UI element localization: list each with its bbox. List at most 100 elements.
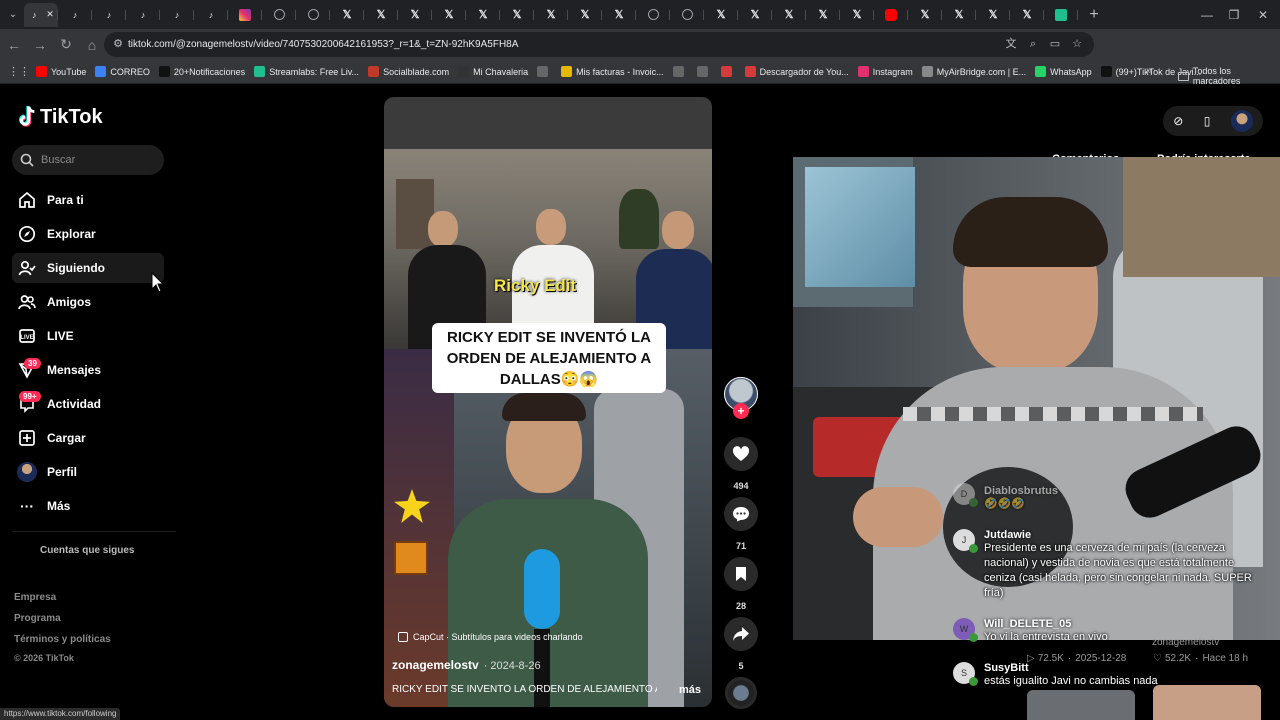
tiktok-logo[interactable]: TikTok <box>16 105 103 129</box>
chat-avatar: W <box>953 618 978 642</box>
browser-tab[interactable]: 𝕏 <box>976 3 1010 27</box>
bookmarks-more-button[interactable]: » <box>1146 65 1152 77</box>
browser-tab[interactable]: ♪ <box>194 3 228 27</box>
browser-tab[interactable]: 𝕏 <box>602 3 636 27</box>
browser-tab[interactable]: 𝕏 <box>330 3 364 27</box>
zoom-icon[interactable]: ⌕ <box>1026 37 1040 51</box>
nav-mensajes[interactable]: 39 Mensajes <box>12 355 164 385</box>
chat-text: estás igualito Javi no cambias nada <box>984 675 1158 687</box>
comment-button[interactable]: 71 <box>721 497 761 551</box>
browser-tab[interactable]: 𝕏 <box>840 3 874 27</box>
device-icon[interactable]: ▯ <box>1204 114 1211 128</box>
url-text[interactable]: tiktok.com/@zonagemelostv/video/74075302… <box>128 39 518 50</box>
browser-tab[interactable]: 𝕏 <box>466 3 500 27</box>
browser-tab[interactable]: 𝕏 <box>1010 3 1044 27</box>
search-placeholder: Buscar <box>41 154 76 166</box>
browser-tab[interactable] <box>670 3 704 27</box>
browser-tab[interactable]: 𝕏 <box>398 3 432 27</box>
browser-tab[interactable]: 𝕏 <box>534 3 568 27</box>
bookmark-item[interactable] <box>696 66 712 77</box>
share-button[interactable]: 5 <box>721 617 761 671</box>
tab-search-button[interactable]: ⌄ <box>2 4 24 26</box>
bookmark-item[interactable]: Streamlabs: Free Liv... <box>254 66 359 77</box>
home-icon[interactable]: ⌂ <box>80 33 104 57</box>
browser-tab[interactable] <box>874 3 908 27</box>
nav-amigos[interactable]: Amigos <box>12 287 164 317</box>
user-avatar[interactable] <box>1230 110 1253 132</box>
bookmark-item[interactable]: Mis facturas - Invoic... <box>561 66 664 77</box>
browser-tab[interactable]: 𝕏 <box>772 3 806 27</box>
nav-cargar[interactable]: Cargar <box>12 423 164 453</box>
browser-tab[interactable]: ♪ <box>92 3 126 27</box>
back-icon[interactable]: ← <box>2 33 26 57</box>
translate-icon[interactable]: 文 <box>1004 37 1018 51</box>
sound-disc[interactable] <box>725 677 757 709</box>
bookmark-item[interactable] <box>720 66 736 77</box>
bookmark-item[interactable]: Mi Chavaleria <box>458 66 528 77</box>
bookmark-item[interactable]: WhatsApp <box>1035 66 1092 77</box>
close-tab-icon[interactable]: ✕ <box>46 9 54 20</box>
browser-tab[interactable]: 𝕏 <box>738 3 772 27</box>
bookmark-star-icon[interactable]: ☆ <box>1070 37 1084 51</box>
apps-grid-icon[interactable]: ⋮⋮ <box>8 65 30 78</box>
cast-icon[interactable]: ▭ <box>1048 37 1062 51</box>
nav-explorar[interactable]: Explorar <box>12 219 164 249</box>
new-tab-button[interactable]: + <box>1082 6 1106 24</box>
browser-tab[interactable]: 𝕏 <box>568 3 602 27</box>
bookmark-label: Descargador de You... <box>759 66 849 77</box>
browser-tab[interactable]: ♪ <box>58 3 92 27</box>
browser-tab[interactable]: 𝕏 <box>806 3 840 27</box>
browser-tab[interactable]: 𝕏 <box>432 3 466 27</box>
browser-tab[interactable] <box>296 3 330 27</box>
browser-tab[interactable]: ♪ <box>126 3 160 27</box>
reload-icon[interactable]: ↻ <box>54 33 78 57</box>
bookmark-item[interactable]: Instagram <box>857 66 913 77</box>
bookmark-favicon-icon <box>1100 66 1112 77</box>
address-bar[interactable]: ⚙ tiktok.com/@zonagemelostv/video/740753… <box>104 32 1094 57</box>
video-author[interactable]: zonagemelostv <box>392 658 479 672</box>
compass-icon[interactable]: ⊘ <box>1173 114 1183 128</box>
nav-actividad[interactable]: 99+ Actividad <box>12 389 164 419</box>
bookmark-item[interactable]: Socialblade.com <box>368 66 449 77</box>
x-icon: 𝕏 <box>478 8 488 21</box>
browser-tab[interactable] <box>228 3 262 27</box>
bookmark-item[interactable]: YouTube <box>36 66 86 77</box>
nav-siguiendo[interactable]: Siguiendo <box>12 253 164 283</box>
footer-link-programa[interactable]: Programa <box>14 613 61 624</box>
bookmark-item[interactable]: 20+Notificaciones <box>158 66 245 77</box>
browser-tab[interactable]: ♪ ✕ <box>24 2 58 27</box>
save-button[interactable]: 28 <box>721 557 761 611</box>
browser-tab[interactable]: 𝕏 <box>364 3 398 27</box>
browser-tab[interactable]: 𝕏 <box>942 3 976 27</box>
site-info-icon[interactable]: ⚙ <box>111 37 125 51</box>
footer-link-terminos[interactable]: Términos y políticas <box>14 634 111 645</box>
video-player[interactable]: Ricky Edit RICKY EDIT SE INVENTÓ LA ORDE… <box>384 97 712 707</box>
bookmark-item[interactable] <box>537 66 552 77</box>
nav-mas[interactable]: ··· Más <box>12 491 164 521</box>
like-button[interactable]: 494 <box>721 437 761 491</box>
browser-tab[interactable]: 𝕏 <box>704 3 738 27</box>
browser-tab[interactable] <box>1044 3 1078 27</box>
browser-tab[interactable]: ♪ <box>160 3 194 27</box>
capcut-banner[interactable]: CapCut · Subtítulos para videos charland… <box>398 632 583 642</box>
all-bookmarks-folder[interactable]: Todos los marcadores <box>1178 66 1280 86</box>
bookmark-item[interactable]: CORREO <box>95 66 150 77</box>
close-window-button[interactable]: ✕ <box>1243 0 1280 29</box>
browser-tab[interactable]: 𝕏 <box>500 3 534 27</box>
search-input[interactable]: Buscar <box>12 145 164 175</box>
follow-plus-icon[interactable]: + <box>733 403 749 419</box>
browser-tab[interactable] <box>636 3 670 27</box>
bookmark-item[interactable] <box>672 66 688 77</box>
creator-avatar[interactable]: + <box>721 377 761 419</box>
footer-link-empresa[interactable]: Empresa <box>14 592 56 603</box>
bookmark-item[interactable]: MyAirBridge.com | E... <box>921 66 1026 77</box>
nav-para-ti[interactable]: Para ti <box>12 185 164 215</box>
forward-icon[interactable]: → <box>28 33 52 57</box>
bookmark-item[interactable]: Descargador de You... <box>744 66 849 77</box>
browser-tab[interactable]: 𝕏 <box>908 3 942 27</box>
browser-tab[interactable] <box>262 3 296 27</box>
nav-live[interactable]: LIVE LIVE <box>12 321 164 351</box>
description-more-button[interactable]: más <box>679 684 701 696</box>
following-accounts-heading: Cuentas que sigues <box>40 545 135 556</box>
nav-perfil[interactable]: Perfil <box>12 457 164 487</box>
